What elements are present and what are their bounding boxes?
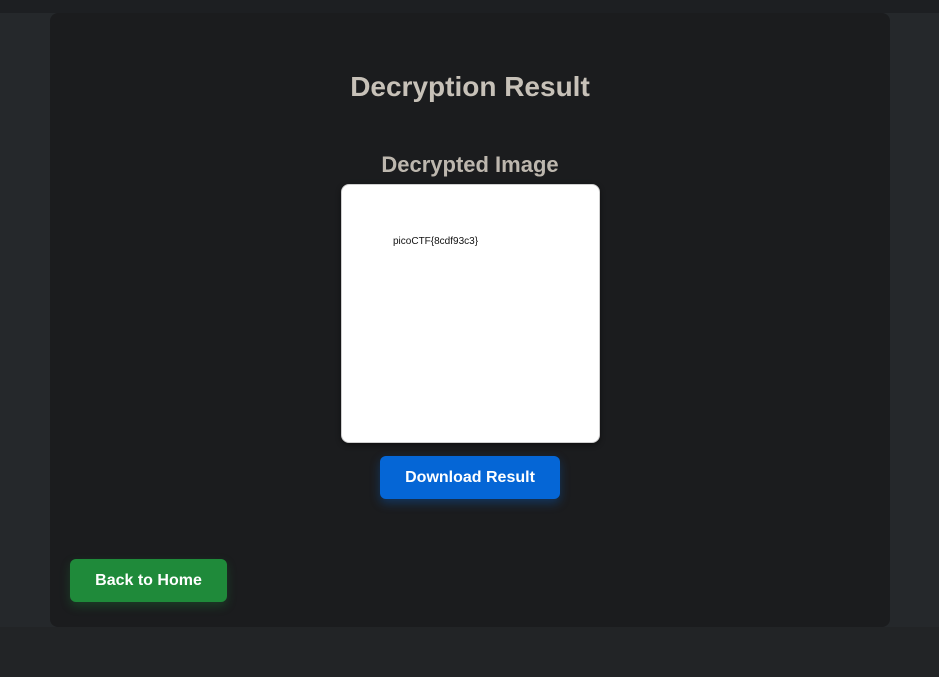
result-card: Decryption Result Decrypted Image picoCT… <box>50 13 890 627</box>
top-strip <box>0 0 939 13</box>
download-result-button[interactable]: Download Result <box>380 456 560 499</box>
bottom-band <box>0 627 939 677</box>
back-to-home-button[interactable]: Back to Home <box>70 559 227 602</box>
decrypted-image: picoCTF{8cdf93c3} <box>341 184 600 443</box>
page-title: Decryption Result <box>350 71 590 102</box>
decrypted-image-text: picoCTF{8cdf93c3} <box>393 236 479 247</box>
section-title: Decrypted Image <box>381 152 559 177</box>
